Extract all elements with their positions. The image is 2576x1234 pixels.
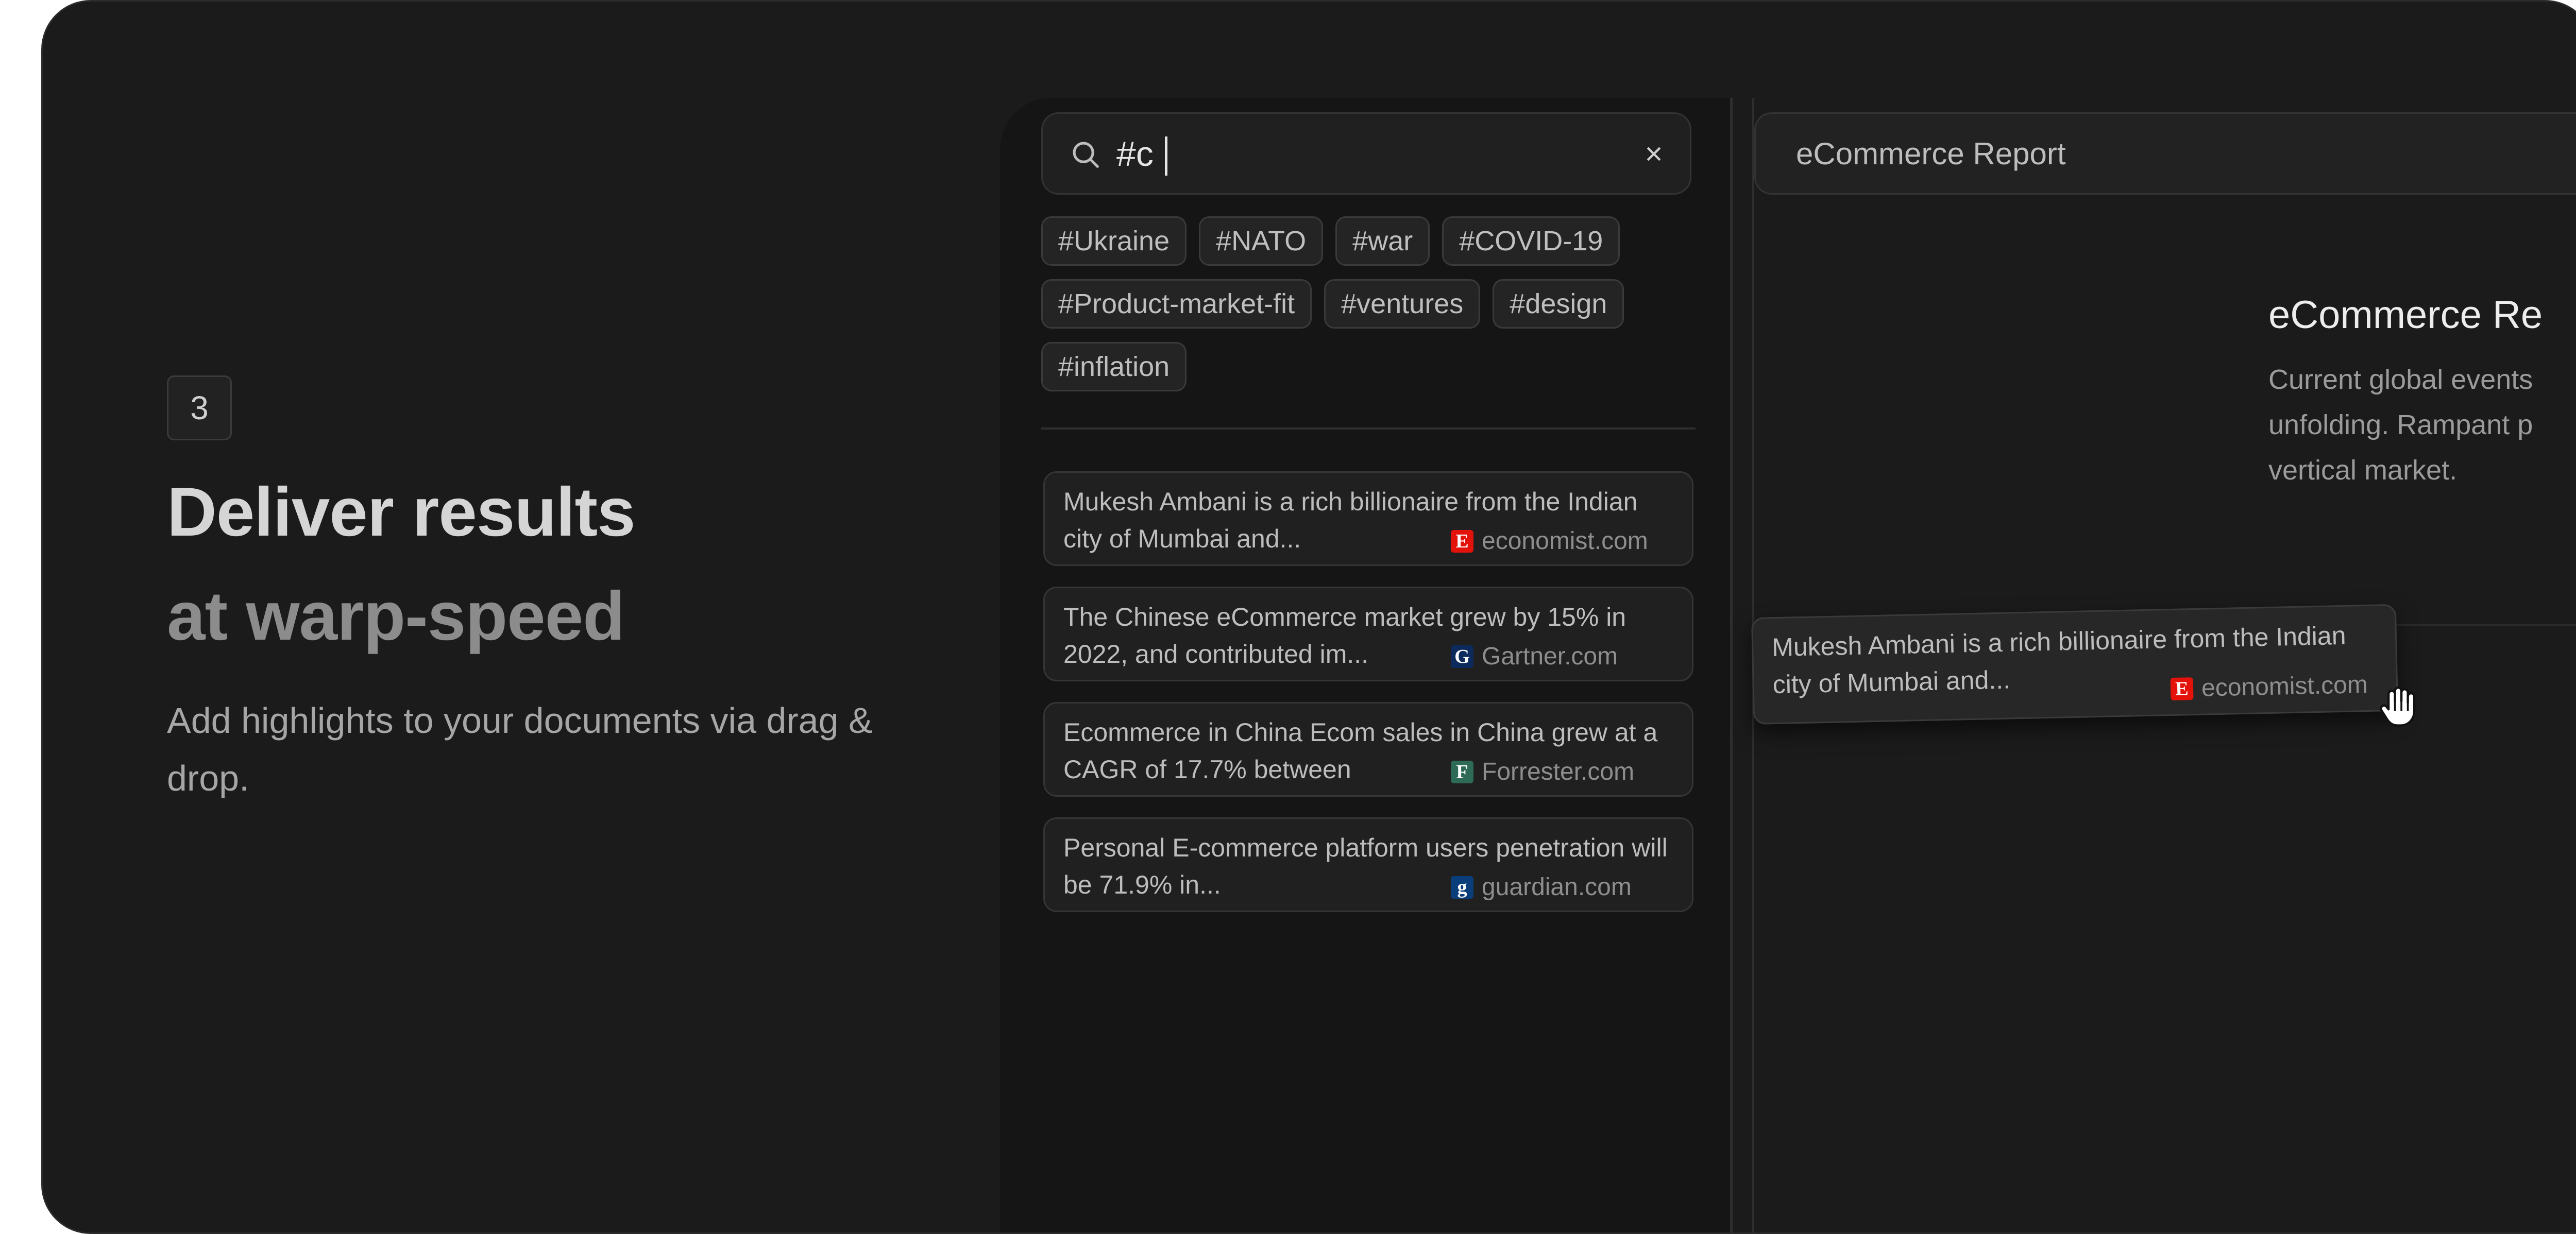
tag-chip[interactable]: #design — [1493, 279, 1624, 329]
tag-chip[interactable]: #inflation — [1041, 342, 1187, 391]
tag-chip[interactable]: #COVID-19 — [1442, 216, 1620, 266]
dragged-highlight-card[interactable]: Mukesh Ambani is a rich billionaire from… — [1751, 604, 2399, 725]
document-body-line: unfolding. Rampant p — [2268, 409, 2533, 440]
tag-chip[interactable]: #ventures — [1324, 279, 1481, 329]
document-body-line: Current global events — [2268, 364, 2533, 395]
source-attribution: E economist.com — [2166, 670, 2368, 704]
search-box[interactable]: × — [1041, 112, 1691, 195]
search-input[interactable] — [1116, 129, 1606, 179]
source-attribution: E economist.com — [1447, 527, 1648, 555]
highlight-card[interactable]: Mukesh Ambani is a rich billionaire from… — [1043, 471, 1693, 566]
search-icon — [1073, 142, 1099, 168]
panel-divider — [1041, 427, 1696, 430]
close-icon[interactable]: × — [1639, 139, 1668, 169]
source-attribution: F Forrester.com — [1447, 758, 1635, 786]
guardian-logo-icon: g — [1451, 876, 1473, 899]
source-domain: economist.com — [1482, 527, 1648, 555]
grab-hand-cursor-icon — [2380, 686, 2416, 727]
document-body: Current global events unfolding. Rampant… — [2268, 357, 2576, 493]
economist-logo-icon: E — [1451, 529, 1473, 553]
highlight-card[interactable]: Personal E-commerce platform users penet… — [1043, 817, 1693, 912]
tag-chip[interactable]: #Ukraine — [1041, 216, 1187, 266]
hero-title-primary: Deliver results — [167, 474, 636, 551]
document-tab[interactable]: eCommerce Report — [1754, 112, 2576, 195]
hero-description: Add highlights to your documents via dra… — [167, 700, 873, 798]
gartner-logo-icon: G — [1451, 645, 1473, 668]
source-domain: guardian.com — [1482, 873, 1632, 901]
tag-chip[interactable]: #NATO — [1199, 216, 1324, 266]
feature-card: 3 Deliver results at warp-speed Add high… — [41, 0, 2576, 1234]
source-attribution: g guardian.com — [1447, 873, 1632, 901]
tag-chip[interactable]: #Product-market-fit — [1041, 279, 1312, 329]
search-panel: × #Ukraine #NATO #war #COVID-19 #Product… — [1000, 98, 1733, 1232]
source-domain: economist.com — [2201, 671, 2368, 702]
step-number-badge: 3 — [167, 375, 232, 440]
tag-chip[interactable]: #war — [1335, 216, 1430, 266]
forrester-logo-icon: F — [1451, 760, 1473, 783]
document-title: eCommerce Re — [2268, 293, 2543, 337]
highlight-card[interactable]: Ecommerce in China Ecom sales in China g… — [1043, 702, 1693, 797]
source-domain: Forrester.com — [1482, 758, 1635, 785]
text-caret — [1165, 136, 1167, 176]
economist-logo-icon: E — [2170, 677, 2194, 700]
tag-list: #Ukraine #NATO #war #COVID-19 #Product-m… — [1041, 216, 1696, 391]
source-domain: Gartner.com — [1482, 643, 1618, 670]
highlight-card[interactable]: The Chinese eCommerce market grew by 15%… — [1043, 587, 1693, 681]
hero-title-secondary: at warp-speed — [167, 578, 625, 655]
document-body-line: vertical market. — [2268, 455, 2458, 486]
source-attribution: G Gartner.com — [1447, 642, 1618, 671]
highlight-results: Mukesh Ambani is a rich billionaire from… — [1043, 471, 1693, 933]
